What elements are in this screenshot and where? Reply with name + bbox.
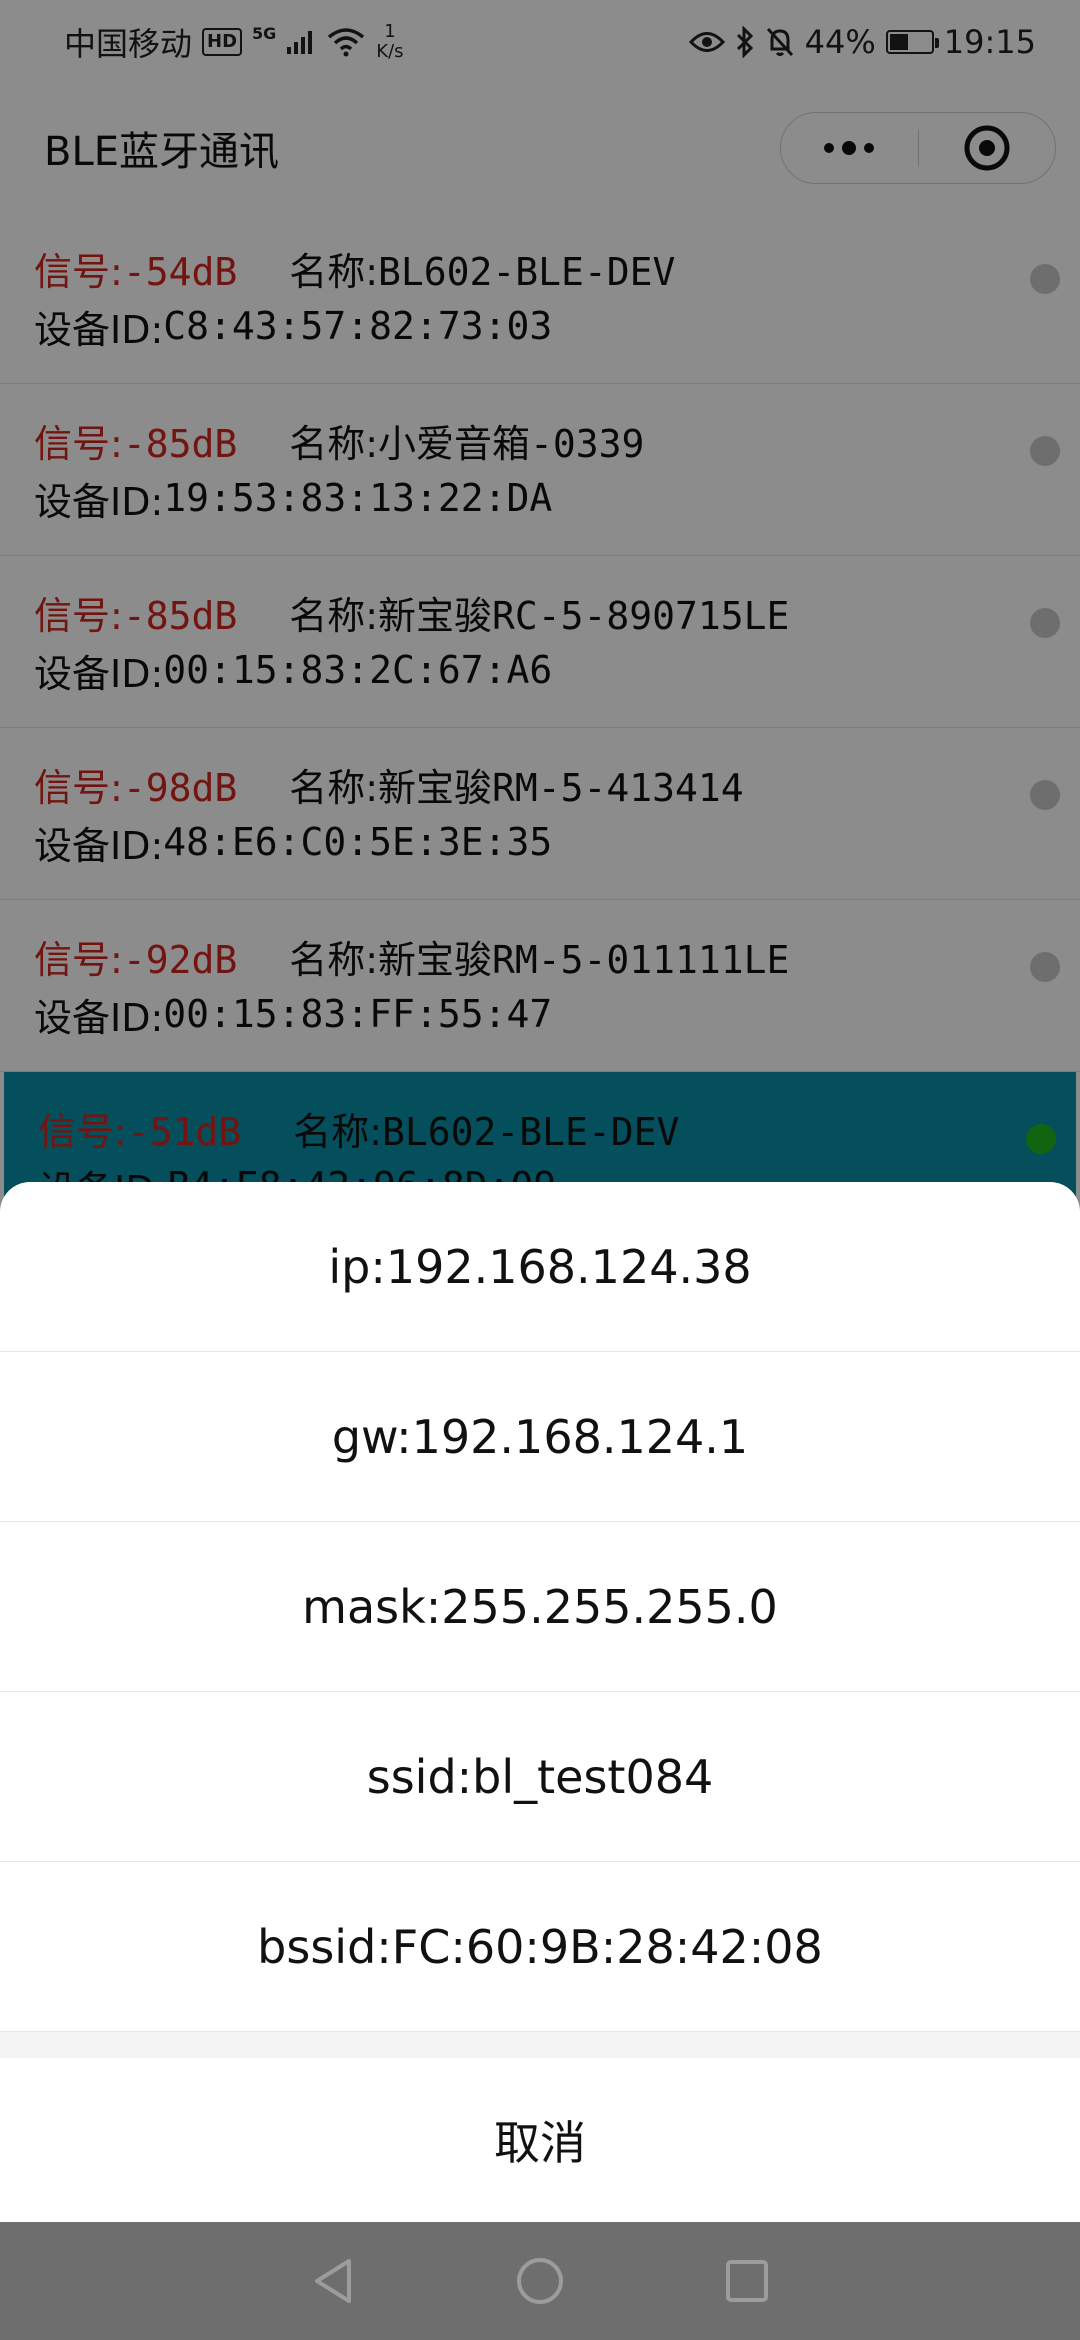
action-sheet: ip:192.168.124.38 gw:192.168.124.1 mask:… [0, 1182, 1080, 2222]
sheet-item-ssid[interactable]: ssid:bl_test084 [0, 1692, 1080, 1862]
sheet-divider [0, 2032, 1080, 2058]
back-button[interactable] [303, 2251, 363, 2311]
cancel-button[interactable]: 取消 [0, 2058, 1080, 2222]
sheet-item-gw[interactable]: gw:192.168.124.1 [0, 1352, 1080, 1522]
home-button[interactable] [510, 2251, 570, 2311]
back-triangle-icon [315, 2259, 352, 2303]
system-nav-bar [0, 2222, 1080, 2340]
recents-square-icon [725, 2260, 768, 2302]
screen: 中国移动 HD 5G 1 K/s 44% 19:15 BLE蓝牙通讯 信号:-5… [0, 0, 1080, 2340]
sheet-item-bssid[interactable]: bssid:FC:60:9B:28:42:08 [0, 1862, 1080, 2032]
sheet-item-ip[interactable]: ip:192.168.124.38 [0, 1182, 1080, 1352]
recents-button[interactable] [717, 2251, 777, 2311]
sheet-item-mask[interactable]: mask:255.255.255.0 [0, 1522, 1080, 1692]
home-circle-icon [516, 2258, 563, 2304]
